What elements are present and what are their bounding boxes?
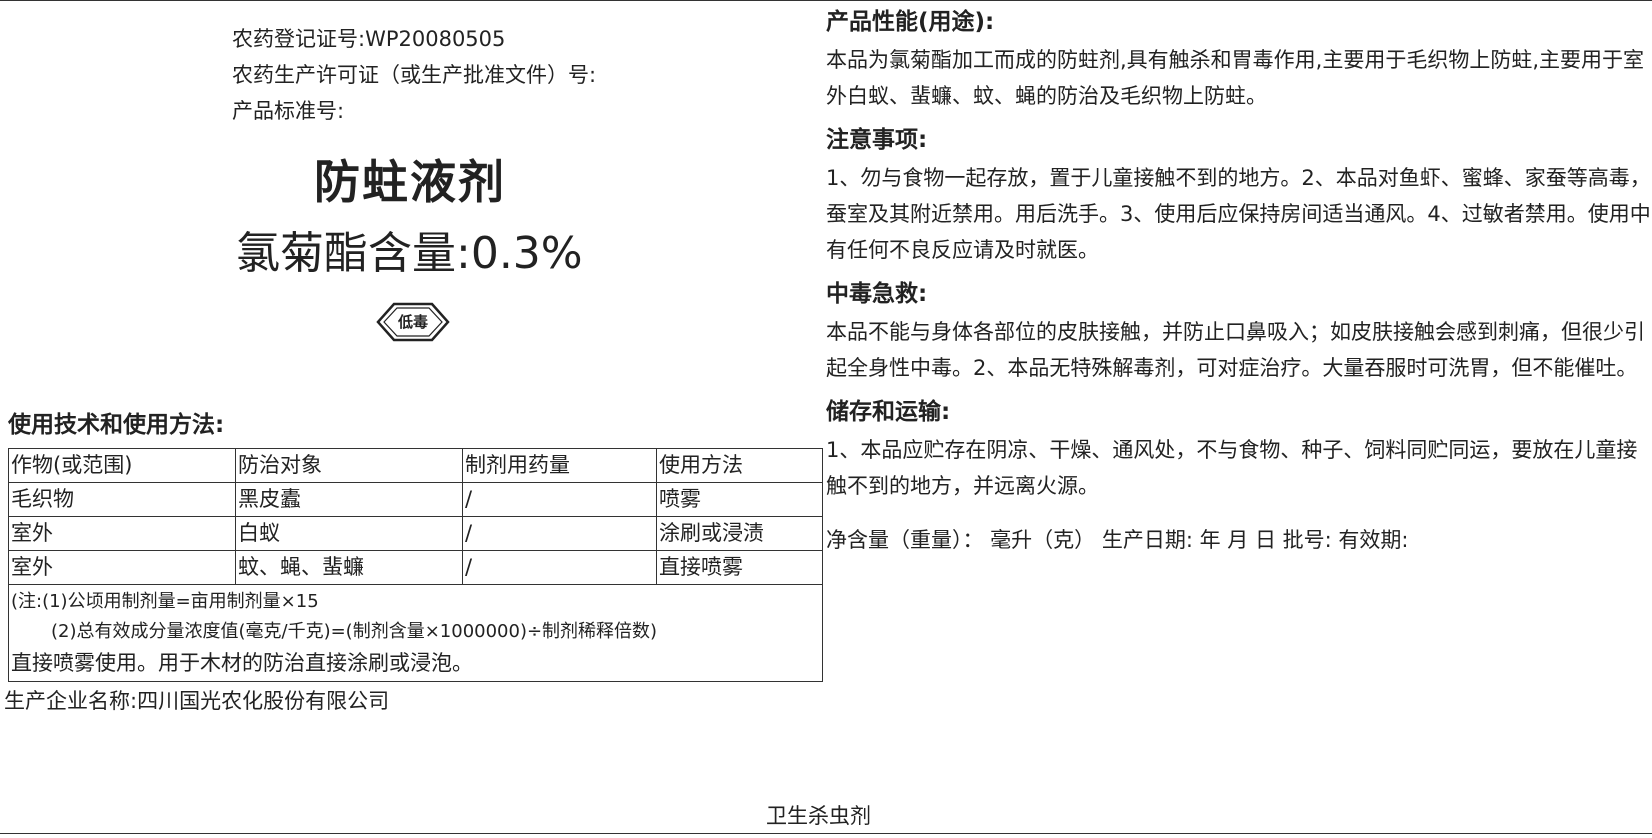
production-permit-number: 农药生产许可证（或生产批准文件）号: (232, 63, 597, 87)
note-application: 直接喷雾使用。用于木材的防治直接涂刷或浸泡。 (11, 651, 473, 675)
table-header-row: 作物(或范围) 防治对象 制剂用药量 使用方法 (8, 448, 823, 483)
note-formula-2: (2)总有效成分量浓度值(毫克/千克)=(制剂含量×1000000)÷制剂稀释倍… (51, 621, 658, 642)
active-ingredient-content: 氯菊酯含量:0.3% (236, 228, 583, 279)
table-cell: 喷雾 (656, 482, 823, 517)
product-name: 防蛀液剂 (314, 155, 506, 209)
performance-text: 本品为氯菊酯加工而成的防蛀剂,具有触杀和胃毒作用,主要用于毛织物上防蛀,主要用于… (826, 48, 1645, 108)
table-cell: / (462, 516, 657, 551)
table-row: 室外 白蚁 / 涂刷或浸渍 (8, 516, 823, 551)
top-border (0, 0, 1652, 1)
toxicity-diamond-icon: 低毒 (376, 302, 450, 342)
usage-table: 作物(或范围) 防治对象 制剂用药量 使用方法 毛织物 黑皮蠹 / 喷雾 室外 … (8, 448, 823, 682)
table-row: 室外 蚊、蝇、蜚蠊 / 直接喷雾 (8, 550, 823, 585)
table-row: 毛织物 黑皮蠹 / 喷雾 (8, 482, 823, 517)
note-formula-1: (注:(1)公顷用制剂量=亩用制剂量×15 (11, 591, 319, 612)
net-content-date-batch-line: 净含量（重量）： 毫升（克） 生产日期: 年 月 日 批号: 有效期: (826, 528, 1409, 552)
table-cell: 黑皮蠹 (235, 482, 463, 517)
first-aid-heading: 中毒急救: (826, 281, 928, 307)
toxicity-label: 低毒 (397, 313, 428, 331)
product-category: 卫生杀虫剂 (766, 804, 871, 828)
first-aid-text: 本品不能与身体各部位的皮肤接触，并防止口鼻吸入；如皮肤接触会感到刺痛，但很少引起… (826, 320, 1645, 380)
table-cell: / (462, 482, 657, 517)
storage-text: 1、本品应贮存在阴凉、干燥、通风处，不与食物、种子、饲料同贮同运，要放在儿童接触… (826, 438, 1638, 498)
table-header-cell: 作物(或范围) (8, 448, 236, 483)
table-header-cell: 防治对象 (235, 448, 463, 483)
manufacturer-name: 生产企业名称:四川国光农化股份有限公司 (4, 689, 390, 713)
table-cell: 直接喷雾 (656, 550, 823, 585)
bottom-border (0, 833, 1652, 834)
precautions-text: 1、勿与食物一起存放，置于儿童接触不到的地方。2、本品对鱼虾、蜜蜂、家蚕等高毒，… (826, 166, 1651, 262)
table-header-cell: 使用方法 (656, 448, 823, 483)
storage-heading: 储存和运输: (826, 399, 951, 425)
table-cell: 室外 (8, 550, 236, 585)
table-cell: / (462, 550, 657, 585)
table-cell: 室外 (8, 516, 236, 551)
usage-heading: 使用技术和使用方法: (8, 412, 225, 438)
precautions-heading: 注意事项: (826, 127, 928, 153)
table-cell: 毛织物 (8, 482, 236, 517)
table-notes-row: (注:(1)公顷用制剂量=亩用制剂量×15 (2)总有效成分量浓度值(毫克/千克… (8, 584, 823, 682)
table-cell: 白蚁 (235, 516, 463, 551)
right-column: 产品性能(用途): 本品为氯菊酯加工而成的防蛀剂,具有触杀和胃毒作用,主要用于毛… (826, 8, 1652, 554)
table-cell: 涂刷或浸渍 (656, 516, 823, 551)
table-header-cell: 制剂用药量 (462, 448, 657, 483)
table-cell: 蚊、蝇、蜚蠊 (235, 550, 463, 585)
table-notes-cell: (注:(1)公顷用制剂量=亩用制剂量×15 (2)总有效成分量浓度值(毫克/千克… (8, 584, 823, 682)
registration-number: 农药登记证号:WP20080505 (232, 27, 506, 51)
performance-heading: 产品性能(用途): (826, 9, 995, 35)
product-standard-number: 产品标准号: (232, 99, 345, 123)
